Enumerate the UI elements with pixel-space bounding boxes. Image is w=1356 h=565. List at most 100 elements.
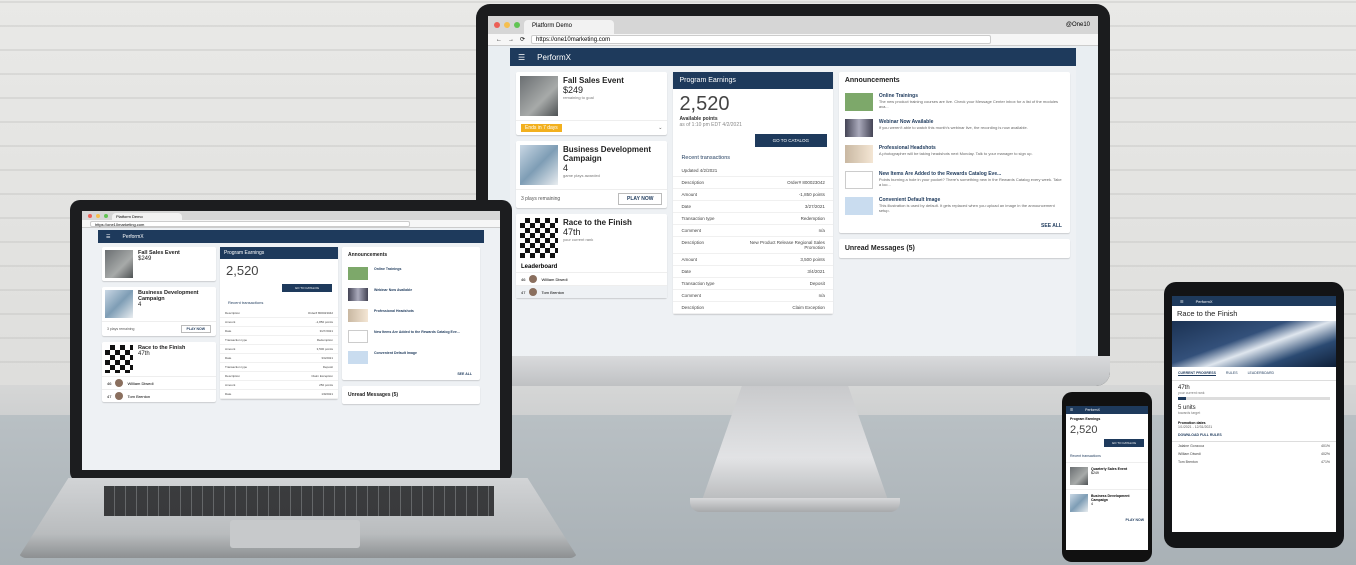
minimize-window-icon[interactable] [96, 213, 100, 218]
app-logo: PerformX [1085, 408, 1100, 412]
announcements-column: Announcements Online Trainings The new pr… [838, 72, 1070, 314]
campaign-card[interactable]: Business Development Campaign 4 game pla… [516, 141, 668, 208]
app-logo: PerformX [122, 233, 144, 240]
play-now-button[interactable]: PLAY NOW [618, 193, 663, 205]
leaderboard-row[interactable]: Tom Brenton 471% [1172, 458, 1336, 466]
earnings-title: Program Earnings [220, 247, 338, 259]
announcement-item[interactable]: New Items Are Added to the Rewards Catal… [839, 167, 1070, 193]
earnings-as-of: as of 1:10 pm EDT 4/2/2021 [679, 122, 742, 128]
campaign-card[interactable]: Fall Sales Event $249 [102, 247, 216, 281]
tab-current-progress[interactable]: CURRENT PROGRESS [1178, 371, 1216, 376]
go-to-catalog-button[interactable]: GO TO CATALOG [754, 134, 827, 147]
training-icon [348, 267, 368, 280]
campaign-value: $249 [138, 256, 152, 262]
monitor-base [690, 498, 900, 512]
close-window-icon[interactable] [88, 213, 92, 218]
leaderboard-row[interactable]: Jalaine Gonzoca 401% [1172, 442, 1336, 450]
see-all-link[interactable]: SEE ALL [839, 219, 1070, 233]
recent-transactions-toggle[interactable]: Recent transactions [673, 151, 832, 165]
announcement-item[interactable]: Webinar Now Available If you weren't able… [839, 115, 1070, 141]
reload-icon[interactable]: ⟳ [520, 36, 525, 43]
campaign-title: Business Development Campaign [1091, 494, 1130, 502]
url-field[interactable]: https://one10marketing.com [531, 35, 992, 44]
promo-dates-label: Promotion dates [1178, 421, 1206, 425]
leaderboard-row[interactable]: 47 Tom Brenton [102, 389, 216, 402]
campaign-card[interactable]: Business Development Campaign 4 3 plays r… [102, 287, 216, 336]
announcements-title: Announcements [348, 252, 388, 258]
go-to-catalog-button[interactable]: GO TO CATALOG [1104, 439, 1144, 447]
page-title: Race to the Finish [1177, 309, 1238, 318]
back-icon[interactable]: ← [496, 37, 502, 43]
transaction-row: Amount 3,500 points [673, 254, 833, 266]
announcement-item[interactable]: Convenient Default Image [342, 347, 480, 368]
maximize-window-icon[interactable] [104, 213, 108, 218]
campaign-card[interactable]: Business Development Campaign 4 [1066, 489, 1148, 516]
campaign-value: $249 [1091, 471, 1099, 475]
player-name: Tom Brenton [541, 289, 565, 295]
transaction-row: Amount 3,500 points [220, 345, 338, 354]
tab-leaderboard[interactable]: LEADERBOARD [1248, 371, 1274, 376]
earnings-amount: 2,520 [1070, 424, 1098, 436]
hamburger-icon[interactable]: ☰ [518, 53, 525, 62]
announcements-title: Announcements [844, 77, 900, 84]
recent-transactions-toggle[interactable]: Recent transactions [220, 296, 338, 309]
campaign-card[interactable]: Race to the Finish 47th your current ran… [516, 214, 668, 298]
laptop-keyboard [104, 486, 494, 516]
app-header: ☰ PerformX [98, 230, 484, 243]
url-field[interactable]: https://one10marketing.com [90, 220, 410, 227]
campaign-sub: your current rank [563, 237, 594, 242]
unread-messages-card: Unread Messages (5) [342, 386, 480, 404]
monitor-screen: Platform Demo @One10 ← → ⟳ https://one10… [488, 16, 1098, 356]
announcement-item[interactable]: Webinar Now Available [342, 284, 480, 305]
campaign-title: Business Development Campaign [563, 145, 652, 163]
announcement-item[interactable]: Convenient Default Image This illustratio… [839, 193, 1070, 219]
browser-tab[interactable]: Platform Demo [524, 20, 614, 34]
announcement-item[interactable]: New Items Are Added to the Rewards Catal… [342, 326, 480, 347]
unread-messages-title[interactable]: Unread Messages (5) [839, 239, 1070, 258]
webinar-image [844, 119, 873, 137]
headshot-image [348, 309, 368, 322]
campaign-footer: Ends in 7 days [521, 124, 562, 132]
hamburger-icon[interactable]: ☰ [106, 234, 110, 240]
announcement-item[interactable]: Online Trainings [342, 263, 480, 284]
campaign-card[interactable]: Quarterly Sales Event $249 [1066, 462, 1148, 489]
minimize-window-icon[interactable] [504, 22, 510, 28]
laptop-trackpad [230, 520, 360, 548]
see-all-link[interactable]: SEE ALL [342, 368, 480, 380]
hamburger-icon[interactable]: ☰ [1180, 299, 1184, 304]
rank-value: 47th [1178, 385, 1190, 391]
browser-tab[interactable]: Platform Demo [112, 213, 182, 220]
recent-transactions-toggle[interactable]: Recent transactions [1066, 450, 1148, 462]
go-to-catalog-button[interactable]: GO TO CATALOG [282, 284, 332, 292]
campaign-value: 47th [563, 227, 581, 237]
announcement-item[interactable]: Professional Headshots A photographer wil… [839, 141, 1070, 167]
announcement-item[interactable]: Professional Headshots [342, 305, 480, 326]
leaderboard-row[interactable]: William Diwedi 402% [1172, 450, 1336, 458]
close-window-icon[interactable] [494, 22, 500, 28]
forward-icon[interactable]: → [508, 37, 514, 43]
play-now-button[interactable]: PLAY NOW [1066, 516, 1148, 524]
leaderboard-row[interactable]: 46 William Diwedi [516, 272, 668, 285]
campaign-image [1070, 494, 1088, 512]
play-now-button[interactable]: PLAY NOW [180, 325, 211, 333]
browser-user[interactable]: @One10 [1066, 22, 1090, 28]
plays-remaining: 3 plays remaining [107, 327, 135, 331]
leaderboard-row[interactable]: 46 William Diwedi [102, 376, 216, 389]
transaction-row: Description New Product Release Regional … [673, 237, 833, 254]
leaderboard-row[interactable]: 47 Tom Brenton [516, 285, 668, 298]
headshot-image [844, 145, 873, 163]
plays-remaining: 3 plays remaining [521, 196, 561, 202]
chevron-down-icon[interactable]: ⌄ [658, 125, 662, 131]
campaign-sub: game plays awarded [563, 173, 600, 178]
campaign-card[interactable]: Fall Sales Event $249 remaining to goal … [516, 72, 668, 135]
app-logo: PerformX [1195, 298, 1213, 304]
download-rules-link[interactable]: DOWNLOAD FULL RULES [1172, 429, 1336, 442]
maximize-window-icon[interactable] [514, 22, 520, 28]
tab-rules[interactable]: RULES [1226, 371, 1238, 376]
announcement-item[interactable]: Online Trainings The new product training… [839, 89, 1070, 115]
monitor-chin [476, 356, 1110, 386]
unread-messages-title[interactable]: Unread Messages (5) [342, 386, 480, 404]
campaign-image [520, 145, 558, 185]
campaign-card[interactable]: Race to the Finish 47th 46 William Diwedi … [102, 342, 216, 402]
hamburger-icon[interactable]: ☰ [1070, 408, 1073, 412]
